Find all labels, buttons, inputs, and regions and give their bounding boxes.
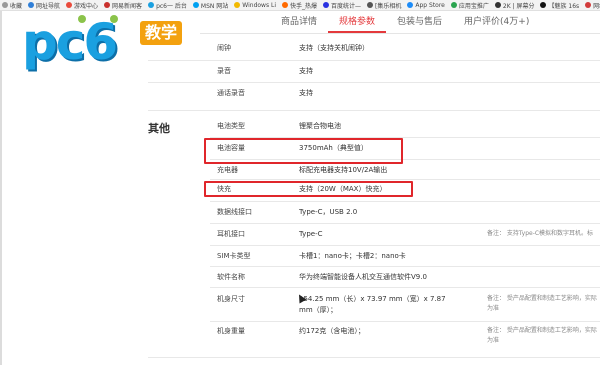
bookmark-label: 网络办公 bbox=[593, 2, 600, 10]
bookmark-favicon-icon bbox=[2, 2, 8, 8]
bookmark-item[interactable]: pc6一 后台 bbox=[148, 1, 187, 10]
spec-key: 录音 bbox=[217, 67, 231, 75]
bookmark-favicon-icon bbox=[494, 2, 501, 8]
spec-key: 软件名称 bbox=[217, 273, 245, 281]
spec-value: 154.25 mm（长）x 73.97 mm（宽）x 7.87 mm（厚）； bbox=[299, 295, 446, 314]
bookmark-label: 游戏中心 bbox=[74, 2, 99, 10]
spec-note: 备注： 受产品配置和制造工艺影响，实际为准 bbox=[487, 327, 597, 344]
logo-leaf-dot bbox=[110, 15, 118, 23]
bookmark-favicon-icon bbox=[367, 2, 374, 8]
spec-value: 约172克（含电池）； bbox=[299, 327, 365, 335]
bookmark-item[interactable]: Windows Li bbox=[234, 2, 276, 9]
bookmark-item[interactable]: 快手_热爆 bbox=[282, 1, 317, 10]
spec-key: 机身尺寸 bbox=[217, 295, 245, 303]
spec-key: 数据线接口 bbox=[217, 208, 252, 216]
spec-key: 机身重量 bbox=[217, 327, 245, 335]
product-tabs: 商品详情 规格参数 包装与售后 用户评价(4万+) bbox=[270, 13, 540, 33]
bookmark-label: MSN 网站 bbox=[200, 2, 229, 10]
spec-row: 软件名称 华为终端智能设备人机交互通信软件V9.0 bbox=[0, 266, 600, 288]
tab-product-details[interactable]: 商品详情 bbox=[270, 13, 328, 33]
tab-specifications[interactable]: 规格参数 bbox=[328, 13, 387, 33]
spec-value: 锂聚合物电池 bbox=[299, 122, 341, 130]
highlight-box-battery-capacity bbox=[204, 138, 403, 164]
bookmark-label: pc6一 后台 bbox=[156, 2, 187, 10]
bookmark-favicon-icon bbox=[282, 2, 288, 8]
spec-row: 数据线接口 Type-C，USB 2.0 bbox=[0, 201, 600, 223]
spec-row: 录音 支持 bbox=[0, 60, 600, 82]
tab-underline bbox=[200, 33, 600, 34]
spec-key: 通话录音 bbox=[217, 89, 245, 97]
bookmark-favicon-icon bbox=[323, 2, 330, 8]
bookmark-item[interactable]: 收藏 bbox=[2, 1, 22, 10]
spec-row: 电池类型 锂聚合物电池 bbox=[0, 115, 600, 137]
spec-row: SIM卡类型 卡槽1：nano卡；卡槽2：nano卡 bbox=[0, 245, 600, 267]
spec-value: 支持 bbox=[299, 89, 313, 97]
bookmark-label: 【魅族 16s bbox=[548, 2, 580, 10]
spec-value: Type-C bbox=[299, 230, 323, 238]
section-divider bbox=[148, 110, 600, 111]
spec-note: 备注： 受产品配置和制造工艺影响，实际为准 bbox=[487, 295, 597, 312]
bookmark-label: 收藏 bbox=[10, 2, 23, 10]
row-divider bbox=[210, 287, 600, 288]
spec-row: 耳机接口 Type-C 备注： 支持Type-C模拟和数字耳机。标 bbox=[0, 223, 600, 245]
bookmark-favicon-icon bbox=[192, 2, 199, 8]
bookmark-label: 应用宝推广 bbox=[458, 2, 489, 10]
bookmark-label: 2K | 屏幕分 bbox=[502, 2, 535, 10]
spec-key: 电池类型 bbox=[217, 122, 245, 130]
bookmark-favicon-icon bbox=[66, 2, 73, 8]
bookmark-favicon-icon bbox=[148, 2, 155, 8]
bookmark-label: 快手_热爆 bbox=[290, 2, 318, 10]
bookmark-item[interactable]: 【魅族 16s bbox=[540, 1, 579, 10]
bookmark-label: 百度统计— bbox=[331, 2, 362, 10]
bookmark-item[interactable]: 游戏中心 bbox=[66, 1, 98, 10]
bookmark-label: App Store bbox=[415, 1, 445, 9]
spec-row: 闹钟 支持（支持关机闹钟） bbox=[0, 37, 600, 59]
bookmark-favicon-icon bbox=[540, 2, 547, 8]
bookmark-label: 网易新闻客 bbox=[112, 2, 143, 10]
bookmark-favicon-icon bbox=[234, 2, 241, 8]
bookmark-item[interactable]: 网址导航 bbox=[28, 1, 60, 10]
bookmark-item[interactable]: 百度统计— bbox=[323, 1, 361, 10]
bookmark-item[interactable]: 2K | 屏幕分 bbox=[494, 1, 535, 10]
bookmark-label: 网址导航 bbox=[36, 2, 61, 10]
bookmark-favicon-icon bbox=[104, 2, 111, 8]
spec-value: Type-C，USB 2.0 bbox=[299, 208, 358, 216]
spec-value: 华为终端智能设备人机交互通信软件V9.0 bbox=[299, 273, 427, 281]
bookmark-favicon-icon bbox=[28, 2, 35, 8]
spec-key: 闹钟 bbox=[217, 44, 231, 52]
tab-reviews[interactable]: 用户评价(4万+) bbox=[453, 13, 540, 33]
bookmark-item[interactable]: MSN 网站 bbox=[192, 1, 229, 10]
spec-key: SIM卡类型 bbox=[217, 252, 251, 260]
bookmark-favicon-icon bbox=[450, 2, 457, 8]
spec-row: 机身重量 约172克（含电池）； 备注： 受产品配置和制造工艺影响，实际为准 bbox=[0, 326, 600, 350]
spec-note: 备注： 支持Type-C模拟和数字耳机。标 bbox=[487, 230, 594, 237]
bookmark-item[interactable]: 网易新闻客 bbox=[104, 1, 142, 10]
bookmark-label: [集乐相机 bbox=[375, 2, 402, 10]
bookmark-favicon-icon bbox=[407, 2, 414, 8]
spec-key: 耳机接口 bbox=[217, 230, 245, 238]
spec-value: 支持 bbox=[299, 67, 313, 75]
bookmark-item[interactable]: 网络办公 bbox=[585, 1, 600, 10]
spec-value: 支持（支持关机闹钟） bbox=[299, 44, 369, 52]
bookmark-item[interactable]: 应用宝推广 bbox=[450, 1, 489, 10]
bookmark-item[interactable]: [集乐相机 bbox=[367, 1, 401, 10]
spec-row: 通话录音 支持 bbox=[0, 82, 600, 104]
spec-value: 卡槽1：nano卡；卡槽2：nano卡 bbox=[299, 252, 406, 260]
highlight-box-fast-charge bbox=[204, 181, 413, 197]
logo-leaf-dot bbox=[78, 15, 86, 23]
bookmark-item[interactable]: App Store bbox=[407, 2, 445, 9]
bookmark-favicon-icon bbox=[585, 2, 592, 8]
tab-packaging[interactable]: 包装与售后 bbox=[386, 13, 453, 33]
section-divider bbox=[148, 357, 600, 358]
bookmark-label: Windows Li bbox=[242, 1, 276, 9]
bookmarks-bar: 收藏 网址导航 游戏中心 网易新闻客 pc6一 后台 MSN 网站 Windows Li 快手… bbox=[0, 0, 600, 11]
row-divider bbox=[210, 321, 600, 322]
